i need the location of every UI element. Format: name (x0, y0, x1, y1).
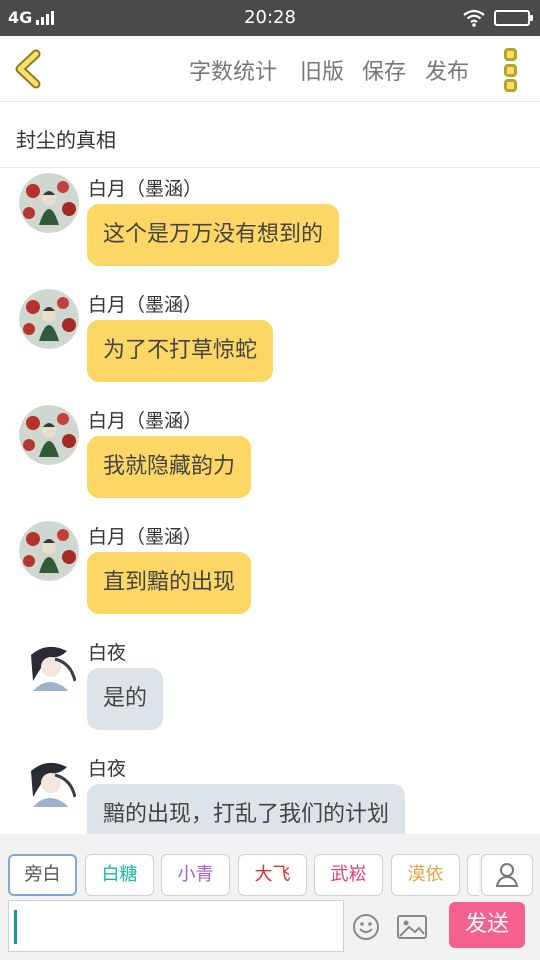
image-icon[interactable] (396, 913, 428, 941)
message-bubble[interactable]: 黯的出现，打乱了我们的计划 (87, 784, 406, 834)
message-bubble[interactable]: 我就隐藏韵力 (87, 436, 252, 498)
composer-panel: 旁白 白糖 小青 大飞 武崧 漠依 发送 (0, 834, 540, 960)
chat-area[interactable]: 白月（墨涵） 这个是万万没有想到的 白月（墨涵） 为了不打草惊蛇 白月（墨涵） … (0, 168, 540, 834)
message-bubble[interactable]: 这个是万万没有想到的 (87, 204, 340, 266)
avatar-baiyue[interactable] (19, 289, 79, 349)
character-chip-baitang[interactable]: 白糖 (85, 854, 154, 896)
avatar-baiye[interactable] (19, 637, 79, 697)
publish-button[interactable]: 发布 (425, 54, 469, 86)
speaker-name: 白夜 (88, 642, 127, 664)
message-input[interactable] (8, 900, 344, 952)
speaker-name: 白月（墨涵） (88, 410, 203, 432)
character-chip-narration[interactable]: 旁白 (8, 854, 77, 896)
speaker-name: 白月（墨涵） (88, 294, 203, 316)
status-time: 20:28 (244, 7, 296, 28)
avatar-baiyue[interactable] (19, 405, 79, 465)
avatar-baiyue[interactable] (19, 173, 79, 233)
send-button[interactable]: 发送 (449, 902, 525, 948)
back-icon[interactable] (10, 48, 50, 90)
story-title-bar: 封尘的真相 (0, 102, 540, 168)
wifi-icon (463, 9, 485, 27)
save-button[interactable]: 保存 (362, 54, 406, 86)
more-menu-icon[interactable] (500, 48, 520, 92)
message-bubble[interactable]: 是的 (87, 668, 164, 730)
person-icon (495, 863, 519, 887)
character-chip-partial[interactable] (467, 854, 479, 896)
story-title[interactable]: 封尘的真相 (16, 124, 116, 153)
character-chip-dafei[interactable]: 大飞 (238, 854, 307, 896)
message-bubble[interactable]: 直到黯的出现 (87, 552, 252, 614)
avatar-baiyue[interactable] (19, 521, 79, 581)
text-caret (14, 910, 17, 944)
old-version-button[interactable]: 旧版 (300, 54, 344, 86)
speaker-name: 白夜 (88, 758, 127, 780)
add-character-button[interactable] (481, 854, 533, 896)
avatar-baiye[interactable] (19, 753, 79, 813)
status-bar: 4G 20:28 (0, 0, 540, 36)
speaker-name: 白月（墨涵） (88, 526, 203, 548)
status-icons (462, 9, 533, 27)
character-chip-xiaoqing[interactable]: 小青 (161, 854, 230, 896)
battery-icon (494, 10, 533, 26)
speaker-name: 白月（墨涵） (88, 178, 203, 200)
message-bubble[interactable]: 为了不打草惊蛇 (87, 320, 274, 382)
word-count-button[interactable]: 字数统计 (189, 54, 277, 86)
toolbar: 字数统计 旧版 保存 发布 (0, 36, 540, 102)
character-chip-wusong[interactable]: 武崧 (314, 854, 383, 896)
emoji-icon[interactable] (352, 913, 380, 941)
character-chip-moyi[interactable]: 漠依 (391, 854, 460, 896)
